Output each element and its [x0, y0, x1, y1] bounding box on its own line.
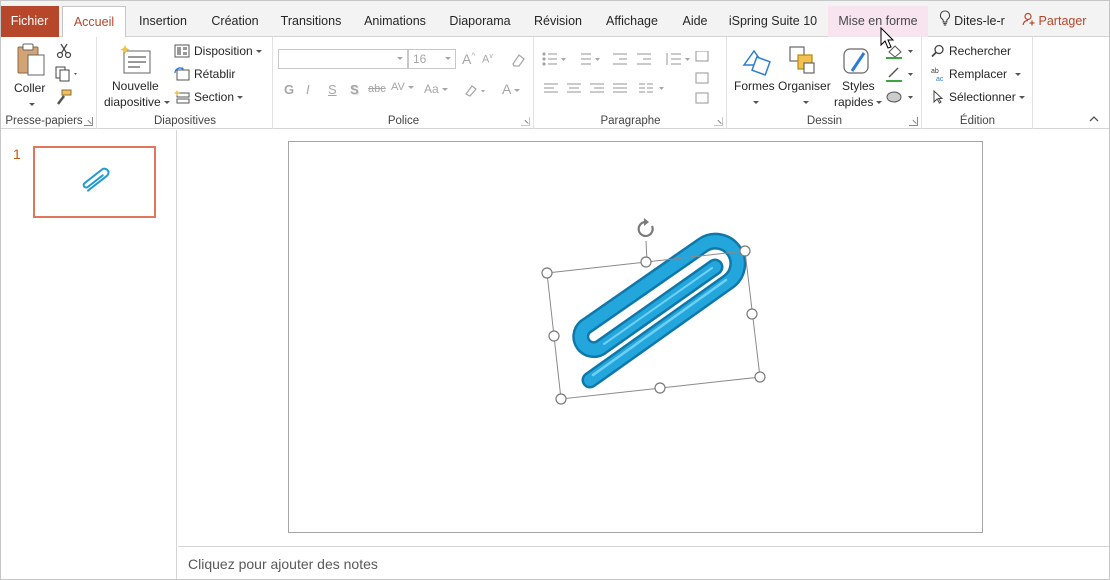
- resize-handle-bottom-right[interactable]: [754, 371, 766, 383]
- cursor-icon: [880, 26, 895, 49]
- resize-handle-left[interactable]: [548, 330, 560, 342]
- rotate-handle-icon[interactable]: [637, 218, 654, 238]
- selected-picture-overlay: [541, 26, 895, 405]
- notes-placeholder: Cliquez pour ajouter des notes: [188, 556, 378, 572]
- notes-pane[interactable]: Cliquez pour ajouter des notes: [178, 546, 1110, 580]
- resize-handle-top[interactable]: [640, 256, 652, 268]
- resize-handle-right[interactable]: [746, 308, 758, 320]
- paperclip-image[interactable]: [572, 232, 747, 389]
- resize-handle-bottom[interactable]: [654, 382, 666, 394]
- resize-handle-top-right[interactable]: [739, 245, 751, 257]
- resize-handle-bottom-left[interactable]: [555, 393, 567, 405]
- resize-handle-top-left[interactable]: [541, 267, 553, 279]
